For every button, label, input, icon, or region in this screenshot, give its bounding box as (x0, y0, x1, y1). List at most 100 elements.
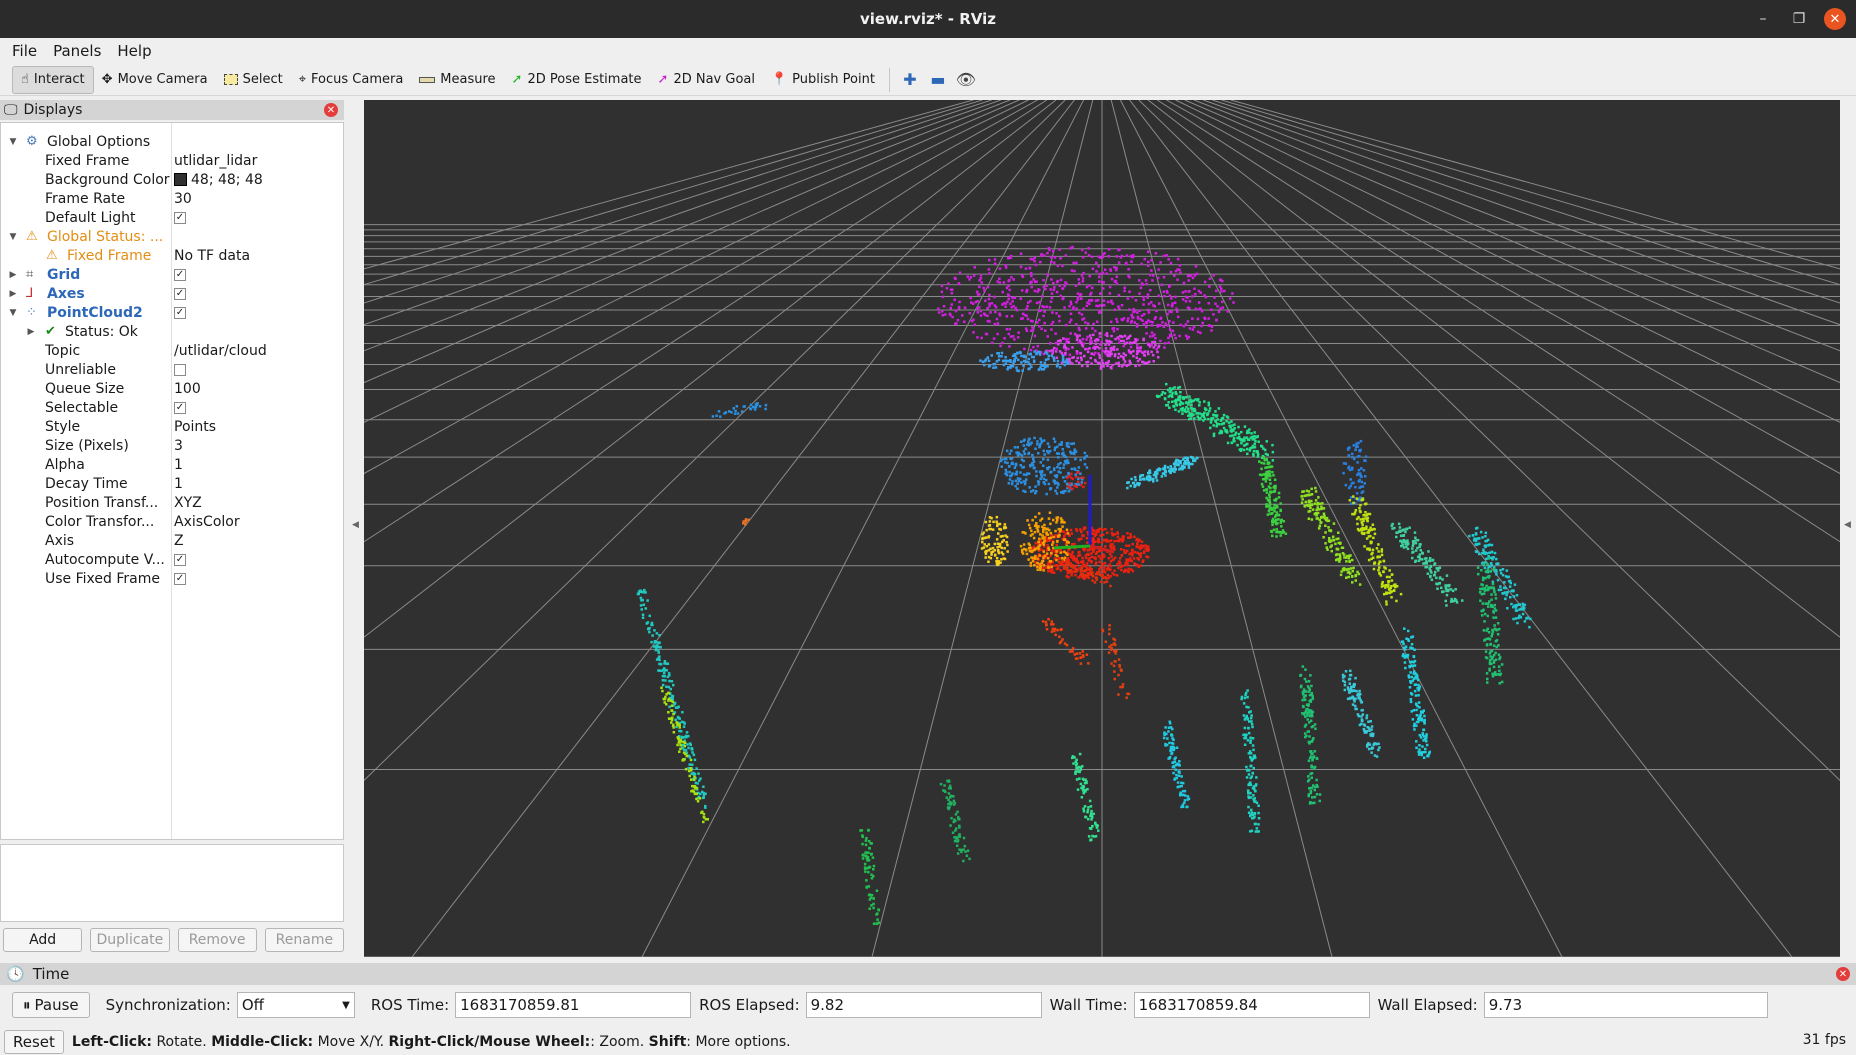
cloud-point (1362, 513, 1365, 517)
pause-button[interactable]: ⏸ Pause (12, 992, 90, 1018)
axes-checkbox[interactable]: ✓ (174, 287, 186, 300)
cloud-point (1314, 486, 1317, 490)
menu-panels[interactable]: Panels (47, 40, 107, 62)
ros-time-field[interactable]: 1683170859.81 (455, 992, 692, 1018)
tree-row-global-options[interactable]: ▼ ⚙ Global Options (1, 132, 343, 151)
expand-arrow-icon[interactable]: ▼ (7, 232, 19, 242)
tree-row-background-color[interactable]: Background Color 48; 48; 48 (1, 170, 343, 189)
tree-row-topic[interactable]: Topic /utlidar/cloud (1, 341, 343, 360)
wall-time-field[interactable]: 1683170859.84 (1133, 992, 1370, 1018)
cloud-point (717, 410, 721, 413)
cloud-point (1255, 827, 1259, 830)
tree-row-frame-rate[interactable]: Frame Rate 30 (1, 189, 343, 208)
tree-row-default-light[interactable]: Default Light ✓ (1, 208, 343, 227)
cloud-point (1191, 456, 1194, 459)
cloud-point (1178, 264, 1182, 267)
tree-row-alpha[interactable]: Alpha 1 (1, 455, 343, 474)
cloud-point (1126, 532, 1129, 535)
collapse-arrow-icon[interactable]: ▶ (7, 270, 19, 280)
tree-row-decay-time[interactable]: Decay Time 1 (1, 474, 343, 493)
tree-row-position-transformer[interactable]: Position Transf... XYZ (1, 493, 343, 512)
close-window-icon[interactable]: ✕ (1824, 8, 1846, 30)
viewport-canvas[interactable] (364, 100, 1840, 957)
tree-row-queue-size[interactable]: Queue Size 100 (1, 379, 343, 398)
tree-row-axis[interactable]: Axis Z (1, 531, 343, 550)
tree-row-pointcloud2[interactable]: ▼ ⁘ PointCloud2 ✓ (1, 303, 343, 322)
restore-icon[interactable]: ❐ (1788, 8, 1810, 30)
cloud-point (1201, 321, 1204, 325)
grid-checkbox[interactable]: ✓ (174, 268, 186, 281)
expand-arrow-icon[interactable]: ▼ (7, 308, 19, 318)
cloud-point (1492, 556, 1495, 559)
cloud-point (1062, 451, 1065, 455)
tree-row-autocompute[interactable]: Autocompute V... ✓ (1, 550, 343, 569)
tree-row-style[interactable]: Style Points (1, 417, 343, 436)
add-tool-button[interactable]: ✚ (896, 66, 924, 94)
cloud-point (1314, 727, 1317, 730)
tree-row-fixed-frame[interactable]: Fixed Frame utlidar_lidar (1, 151, 343, 170)
tree-row-selectable[interactable]: Selectable ✓ (1, 398, 343, 417)
cloud-point (1016, 454, 1020, 457)
ros-elapsed-field[interactable]: 9.82 (805, 992, 1042, 1018)
cloud-point (865, 879, 868, 882)
cloud-point (1251, 725, 1254, 729)
tool-2d-nav-goal[interactable]: ➚ 2D Nav Goal (650, 66, 763, 94)
tree-row-unreliable[interactable]: Unreliable (1, 360, 343, 379)
autocompute-checkbox[interactable]: ✓ (174, 553, 186, 566)
cloud-point (1477, 572, 1480, 576)
add-display-button[interactable]: Add (3, 928, 83, 952)
cloud-point (1451, 589, 1455, 593)
tool-select[interactable]: Select (216, 66, 291, 94)
unreliable-checkbox[interactable] (174, 363, 186, 376)
tool-move-camera[interactable]: ✥ Move Camera (94, 66, 216, 94)
duplicate-display-button[interactable]: Duplicate (90, 928, 170, 952)
use-fixed-frame-checkbox[interactable]: ✓ (174, 572, 186, 585)
tool-2d-pose-estimate[interactable]: ➚ 2D Pose Estimate (504, 66, 650, 94)
default-light-checkbox[interactable]: ✓ (174, 211, 186, 224)
view-menu-button[interactable]: 👁 (952, 66, 980, 94)
cloud-point (1266, 513, 1270, 516)
collapse-arrow-icon[interactable]: ▶ (25, 327, 37, 337)
cloud-point (641, 616, 645, 619)
rename-display-button[interactable]: Rename (264, 928, 344, 952)
cloud-point (1157, 294, 1160, 298)
cloud-point (1012, 278, 1015, 281)
tree-row-status-ok[interactable]: ▶ ✔ Status: Ok (1, 322, 343, 341)
tool-measure[interactable]: Measure (411, 66, 503, 94)
tree-row-size-pixels[interactable]: Size (Pixels) 3 (1, 436, 343, 455)
expand-arrow-icon[interactable]: ▼ (7, 137, 19, 147)
minimize-icon[interactable]: – (1752, 8, 1774, 30)
collapse-right-handle-icon[interactable]: ◀ (1844, 520, 1851, 530)
cloud-point (661, 679, 665, 682)
tool-publish-point[interactable]: 📍 Publish Point (763, 66, 883, 94)
reset-button[interactable]: Reset (4, 1029, 64, 1054)
selectable-checkbox[interactable]: ✓ (174, 401, 186, 414)
collapse-arrow-icon[interactable]: ▶ (7, 289, 19, 299)
close-time-panel-icon[interactable]: ✕ (1836, 967, 1850, 981)
tool-focus-camera[interactable]: ⌖ Focus Camera (291, 66, 412, 94)
cloud-point (1038, 537, 1041, 540)
tree-row-global-status[interactable]: ▼ ⚠ Global Status: ... (1, 227, 343, 246)
display-tree[interactable]: ▼ ⚙ Global Options Fixed Frame utlidar_l… (0, 122, 344, 840)
cloud-point (686, 743, 689, 746)
cloud-point (1397, 522, 1401, 526)
cloud-point (1240, 447, 1243, 451)
tree-row-status-fixed-frame[interactable]: ⚠ Fixed Frame No TF data (1, 246, 343, 265)
render-viewport[interactable] (364, 100, 1840, 957)
menu-help[interactable]: Help (111, 40, 157, 62)
tree-row-color-transformer[interactable]: Color Transfor... AxisColor (1, 512, 343, 531)
close-displays-icon[interactable]: ✕ (324, 103, 338, 117)
tool-interact[interactable]: ☝ Interact (12, 65, 94, 94)
remove-tool-button[interactable]: ▬ (924, 66, 952, 94)
wall-elapsed-field[interactable]: 9.73 (1483, 992, 1768, 1018)
pointcloud-checkbox[interactable]: ✓ (174, 306, 186, 319)
collapse-left-handle-icon[interactable]: ◀ (352, 520, 359, 530)
cloud-point (1127, 567, 1130, 571)
tree-row-use-fixed-frame[interactable]: Use Fixed Frame ✓ (1, 569, 343, 588)
menu-file[interactable]: File (6, 40, 43, 62)
tree-row-grid[interactable]: ▶ ⌗ Grid ✓ (1, 265, 343, 284)
synchronization-select[interactable]: Off ▼ (236, 992, 355, 1018)
cloud-point (1221, 306, 1225, 309)
tree-row-axes[interactable]: ▶ ⅃ Axes ✓ (1, 284, 343, 303)
remove-display-button[interactable]: Remove (177, 928, 257, 952)
